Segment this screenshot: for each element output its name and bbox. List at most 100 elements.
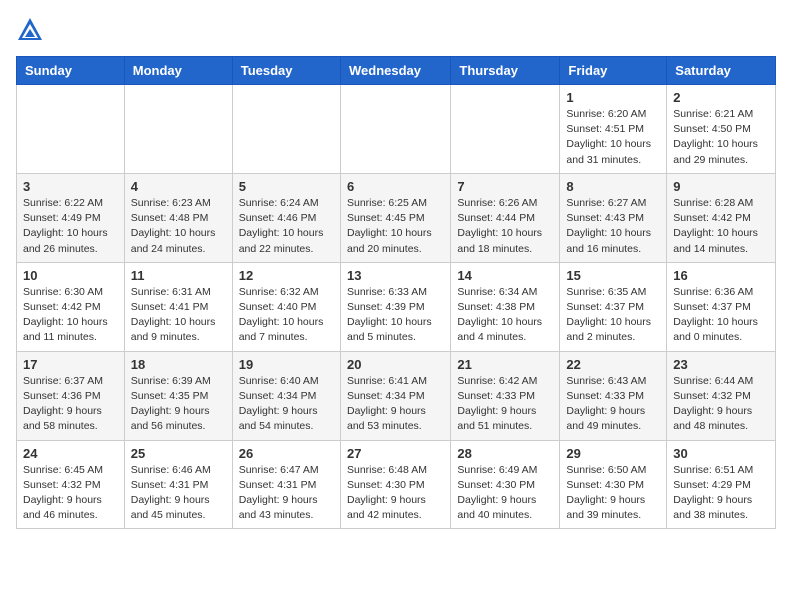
day-number: 8 [566, 179, 660, 194]
calendar-day-cell: 28 Sunrise: 6:49 AMSunset: 4:30 PMDaylig… [451, 440, 560, 529]
day-of-week-header: Sunday [17, 57, 125, 85]
day-info: Sunrise: 6:43 AMSunset: 4:33 PMDaylight:… [566, 374, 660, 435]
day-info: Sunrise: 6:35 AMSunset: 4:37 PMDaylight:… [566, 285, 660, 346]
day-number: 13 [347, 268, 444, 283]
day-number: 19 [239, 357, 334, 372]
day-number: 9 [673, 179, 769, 194]
day-info: Sunrise: 6:27 AMSunset: 4:43 PMDaylight:… [566, 196, 660, 257]
calendar-day-cell: 27 Sunrise: 6:48 AMSunset: 4:30 PMDaylig… [340, 440, 450, 529]
calendar-day-cell: 15 Sunrise: 6:35 AMSunset: 4:37 PMDaylig… [560, 262, 667, 351]
day-info: Sunrise: 6:32 AMSunset: 4:40 PMDaylight:… [239, 285, 334, 346]
calendar-day-cell: 7 Sunrise: 6:26 AMSunset: 4:44 PMDayligh… [451, 173, 560, 262]
calendar-day-cell: 22 Sunrise: 6:43 AMSunset: 4:33 PMDaylig… [560, 351, 667, 440]
day-number: 22 [566, 357, 660, 372]
calendar-day-cell [124, 85, 232, 174]
day-info: Sunrise: 6:45 AMSunset: 4:32 PMDaylight:… [23, 463, 118, 524]
day-info: Sunrise: 6:49 AMSunset: 4:30 PMDaylight:… [457, 463, 553, 524]
calendar-day-cell: 30 Sunrise: 6:51 AMSunset: 4:29 PMDaylig… [667, 440, 776, 529]
calendar-day-cell: 4 Sunrise: 6:23 AMSunset: 4:48 PMDayligh… [124, 173, 232, 262]
day-number: 15 [566, 268, 660, 283]
day-info: Sunrise: 6:47 AMSunset: 4:31 PMDaylight:… [239, 463, 334, 524]
calendar-day-cell: 10 Sunrise: 6:30 AMSunset: 4:42 PMDaylig… [17, 262, 125, 351]
logo [16, 16, 48, 44]
calendar-day-cell: 13 Sunrise: 6:33 AMSunset: 4:39 PMDaylig… [340, 262, 450, 351]
day-number: 24 [23, 446, 118, 461]
logo-icon [16, 16, 44, 44]
day-info: Sunrise: 6:44 AMSunset: 4:32 PMDaylight:… [673, 374, 769, 435]
day-info: Sunrise: 6:21 AMSunset: 4:50 PMDaylight:… [673, 107, 769, 168]
page-header [16, 16, 776, 44]
day-of-week-header: Thursday [451, 57, 560, 85]
calendar-day-cell: 8 Sunrise: 6:27 AMSunset: 4:43 PMDayligh… [560, 173, 667, 262]
day-number: 14 [457, 268, 553, 283]
day-info: Sunrise: 6:28 AMSunset: 4:42 PMDaylight:… [673, 196, 769, 257]
calendar-day-cell: 29 Sunrise: 6:50 AMSunset: 4:30 PMDaylig… [560, 440, 667, 529]
calendar-day-cell: 14 Sunrise: 6:34 AMSunset: 4:38 PMDaylig… [451, 262, 560, 351]
day-number: 4 [131, 179, 226, 194]
calendar-week-row: 1 Sunrise: 6:20 AMSunset: 4:51 PMDayligh… [17, 85, 776, 174]
calendar-day-cell [232, 85, 340, 174]
day-number: 27 [347, 446, 444, 461]
day-number: 23 [673, 357, 769, 372]
calendar-day-cell [340, 85, 450, 174]
day-number: 26 [239, 446, 334, 461]
calendar-day-cell: 2 Sunrise: 6:21 AMSunset: 4:50 PMDayligh… [667, 85, 776, 174]
day-info: Sunrise: 6:23 AMSunset: 4:48 PMDaylight:… [131, 196, 226, 257]
calendar-day-cell: 26 Sunrise: 6:47 AMSunset: 4:31 PMDaylig… [232, 440, 340, 529]
day-number: 11 [131, 268, 226, 283]
day-number: 28 [457, 446, 553, 461]
day-number: 16 [673, 268, 769, 283]
day-info: Sunrise: 6:48 AMSunset: 4:30 PMDaylight:… [347, 463, 444, 524]
calendar-day-cell: 25 Sunrise: 6:46 AMSunset: 4:31 PMDaylig… [124, 440, 232, 529]
day-info: Sunrise: 6:37 AMSunset: 4:36 PMDaylight:… [23, 374, 118, 435]
calendar-day-cell: 6 Sunrise: 6:25 AMSunset: 4:45 PMDayligh… [340, 173, 450, 262]
calendar-day-cell: 23 Sunrise: 6:44 AMSunset: 4:32 PMDaylig… [667, 351, 776, 440]
day-info: Sunrise: 6:30 AMSunset: 4:42 PMDaylight:… [23, 285, 118, 346]
day-number: 18 [131, 357, 226, 372]
day-number: 10 [23, 268, 118, 283]
day-info: Sunrise: 6:46 AMSunset: 4:31 PMDaylight:… [131, 463, 226, 524]
calendar-week-row: 3 Sunrise: 6:22 AMSunset: 4:49 PMDayligh… [17, 173, 776, 262]
day-info: Sunrise: 6:50 AMSunset: 4:30 PMDaylight:… [566, 463, 660, 524]
day-info: Sunrise: 6:31 AMSunset: 4:41 PMDaylight:… [131, 285, 226, 346]
day-info: Sunrise: 6:24 AMSunset: 4:46 PMDaylight:… [239, 196, 334, 257]
day-info: Sunrise: 6:42 AMSunset: 4:33 PMDaylight:… [457, 374, 553, 435]
calendar: SundayMondayTuesdayWednesdayThursdayFrid… [16, 56, 776, 529]
calendar-week-row: 10 Sunrise: 6:30 AMSunset: 4:42 PMDaylig… [17, 262, 776, 351]
day-number: 2 [673, 90, 769, 105]
calendar-week-row: 17 Sunrise: 6:37 AMSunset: 4:36 PMDaylig… [17, 351, 776, 440]
day-info: Sunrise: 6:34 AMSunset: 4:38 PMDaylight:… [457, 285, 553, 346]
calendar-day-cell: 5 Sunrise: 6:24 AMSunset: 4:46 PMDayligh… [232, 173, 340, 262]
day-number: 3 [23, 179, 118, 194]
calendar-day-cell [17, 85, 125, 174]
calendar-day-cell: 18 Sunrise: 6:39 AMSunset: 4:35 PMDaylig… [124, 351, 232, 440]
calendar-day-cell: 9 Sunrise: 6:28 AMSunset: 4:42 PMDayligh… [667, 173, 776, 262]
day-number: 6 [347, 179, 444, 194]
calendar-day-cell: 11 Sunrise: 6:31 AMSunset: 4:41 PMDaylig… [124, 262, 232, 351]
day-number: 21 [457, 357, 553, 372]
day-number: 25 [131, 446, 226, 461]
day-number: 30 [673, 446, 769, 461]
day-info: Sunrise: 6:41 AMSunset: 4:34 PMDaylight:… [347, 374, 444, 435]
day-info: Sunrise: 6:26 AMSunset: 4:44 PMDaylight:… [457, 196, 553, 257]
day-of-week-header: Friday [560, 57, 667, 85]
day-info: Sunrise: 6:20 AMSunset: 4:51 PMDaylight:… [566, 107, 660, 168]
day-number: 1 [566, 90, 660, 105]
calendar-day-cell [451, 85, 560, 174]
calendar-day-cell: 20 Sunrise: 6:41 AMSunset: 4:34 PMDaylig… [340, 351, 450, 440]
calendar-day-cell: 1 Sunrise: 6:20 AMSunset: 4:51 PMDayligh… [560, 85, 667, 174]
day-number: 29 [566, 446, 660, 461]
day-number: 17 [23, 357, 118, 372]
day-of-week-header: Wednesday [340, 57, 450, 85]
calendar-day-cell: 16 Sunrise: 6:36 AMSunset: 4:37 PMDaylig… [667, 262, 776, 351]
day-number: 20 [347, 357, 444, 372]
calendar-day-cell: 19 Sunrise: 6:40 AMSunset: 4:34 PMDaylig… [232, 351, 340, 440]
day-of-week-header: Monday [124, 57, 232, 85]
calendar-header-row: SundayMondayTuesdayWednesdayThursdayFrid… [17, 57, 776, 85]
day-info: Sunrise: 6:51 AMSunset: 4:29 PMDaylight:… [673, 463, 769, 524]
calendar-day-cell: 21 Sunrise: 6:42 AMSunset: 4:33 PMDaylig… [451, 351, 560, 440]
day-info: Sunrise: 6:36 AMSunset: 4:37 PMDaylight:… [673, 285, 769, 346]
calendar-day-cell: 17 Sunrise: 6:37 AMSunset: 4:36 PMDaylig… [17, 351, 125, 440]
day-info: Sunrise: 6:22 AMSunset: 4:49 PMDaylight:… [23, 196, 118, 257]
day-of-week-header: Saturday [667, 57, 776, 85]
